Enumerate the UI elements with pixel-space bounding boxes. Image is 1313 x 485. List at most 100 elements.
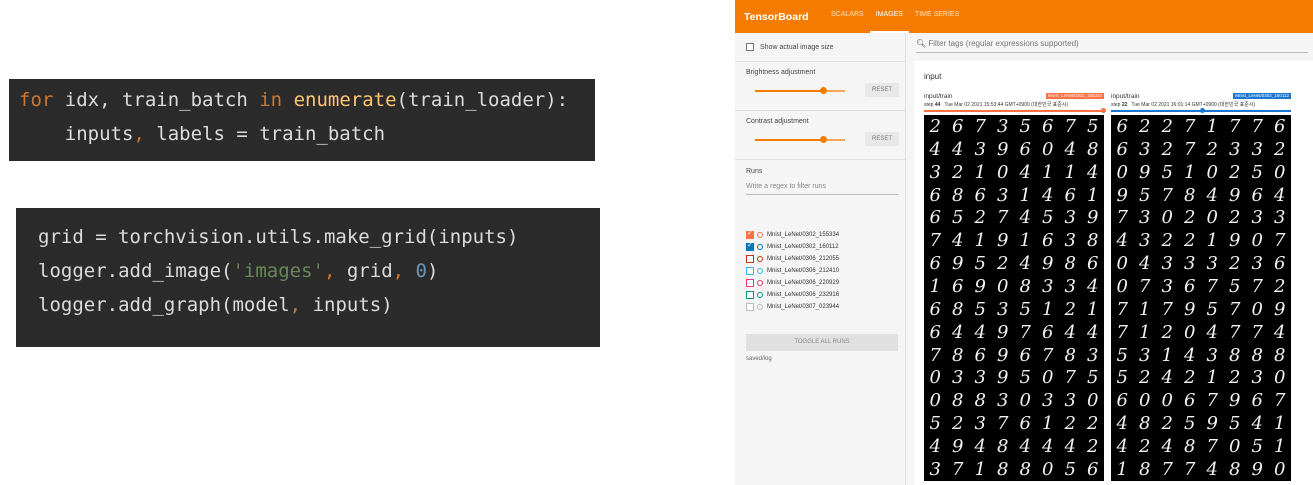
digit-image: 7 (1184, 458, 1196, 480)
runs-heading: Runs (746, 168, 763, 175)
run-checkbox[interactable] (746, 267, 754, 275)
run-checkbox[interactable] (746, 279, 754, 287)
digit-image: 8 (1274, 344, 1286, 366)
digit-image: 8 (1251, 344, 1263, 366)
image-meta: step 44 Tue Mar 02 2021 15:53:44 GMT+090… (924, 101, 1068, 108)
contrast-slider[interactable] (755, 136, 845, 143)
run-item[interactable]: Mnist_LeNet/0306_212410 (746, 266, 839, 276)
image-grid-row: 74191638 (924, 229, 1104, 252)
digit-image: 3 (1206, 344, 1218, 366)
digit-image: 8 (997, 435, 1009, 457)
digit-image: 1 (1161, 344, 1173, 366)
builtin-enumerate: enumerate (293, 89, 397, 111)
digit-image: 5 (952, 207, 964, 229)
digit-image: 2 (1229, 161, 1241, 183)
digit-image: 8 (1139, 458, 1151, 480)
tab-time-series[interactable]: TIME SERIES (909, 0, 965, 33)
digit-image: 4 (1064, 138, 1076, 160)
digit-image: 3 (1161, 253, 1173, 275)
run-item[interactable]: ✓ Mnist_LeNet/0302_155334 (746, 230, 839, 240)
digit-image: 7 (929, 230, 941, 252)
show-actual-size-label: Show actual image size (760, 43, 834, 51)
run-item[interactable]: Mnist_LeNet/0306_232916 (746, 290, 839, 300)
digit-image: 4 (1042, 435, 1054, 457)
step-slider-handle[interactable] (1101, 108, 1106, 113)
run-item[interactable]: Mnist_LeNet/0306_212055 (746, 254, 839, 264)
digit-image: 6 (929, 298, 941, 320)
digit-image: 0 (1139, 390, 1151, 412)
digit-image: 6 (1274, 115, 1286, 137)
digit-image: 9 (952, 253, 964, 275)
run-item[interactable]: Mnist_LeNet/0306_220929 (746, 278, 839, 288)
digit-image: 1 (974, 230, 986, 252)
tag-filter-input[interactable]: 🔍︎ Filter tags (regular expressions supp… (916, 39, 1308, 53)
brightness-slider-handle[interactable] (819, 87, 827, 94)
digit-image: 3 (1139, 138, 1151, 160)
digit-image: 9 (1274, 298, 1286, 320)
code-text: inputs (19, 123, 134, 145)
show-actual-size-row[interactable]: Show actual image size (746, 43, 834, 51)
image-grid: 2673567544396048321041146863146165274539… (924, 115, 1104, 481)
digit-image: 4 (952, 138, 964, 160)
digit-image: 6 (1087, 253, 1099, 275)
contrast-reset-button[interactable]: RESET (865, 132, 899, 146)
digit-image: 5 (1116, 344, 1128, 366)
digit-image: 8 (1064, 253, 1076, 275)
digit-image: 5 (974, 253, 986, 275)
image-grid-row: 18774890 (1111, 458, 1291, 481)
step-slider[interactable] (1111, 108, 1291, 113)
keyword-for: for (19, 89, 54, 111)
run-checkbox[interactable]: ✓ (746, 242, 754, 251)
run-item[interactable]: ✓ Mnist_LeNet/0302_160112 (746, 242, 839, 252)
digit-image: 4 (1116, 413, 1128, 435)
top-bar: TensorBoard SCALARS IMAGES TIME SERIES (735, 0, 1313, 33)
toggle-all-runs-button[interactable]: TOGGLE ALL RUNS (746, 334, 898, 351)
digit-image: 5 (1229, 275, 1241, 297)
run-checkbox[interactable] (746, 255, 754, 263)
image-grid-row: 44396048 (924, 138, 1104, 161)
run-checkbox[interactable]: ✓ (746, 230, 754, 239)
image-grid: 6227177663272332095102509578496473020233… (1111, 115, 1291, 481)
image-grid-row: 32104114 (924, 161, 1104, 184)
image-meta: step 22 Tue Mar 02 2021 16:01:14 GMT+090… (1111, 101, 1255, 108)
code-line: logger.add_image('images', grid, 0) (38, 254, 600, 288)
step-slider-handle[interactable] (1199, 108, 1205, 113)
run-checkbox[interactable] (746, 291, 754, 299)
step-slider[interactable] (924, 108, 1106, 113)
digit-image: 2 (1087, 413, 1099, 435)
contrast-slider-handle[interactable] (819, 136, 827, 143)
digit-image: 2 (1184, 367, 1196, 389)
digit-image: 9 (1042, 253, 1054, 275)
brightness-slider[interactable] (755, 87, 845, 94)
digit-image: 8 (952, 344, 964, 366)
digit-image: 8 (952, 390, 964, 412)
digit-image: 4 (974, 321, 986, 343)
image-grid-row: 62271776 (1111, 115, 1291, 138)
brightness-reset-button[interactable]: RESET (865, 83, 899, 97)
run-label: Mnist_LeNet/0306_212410 (767, 268, 840, 274)
run-checkbox[interactable] (746, 303, 754, 311)
timestamp: Tue Mar 02 2021 15:53:44 GMT+0900 (대한민국 … (940, 102, 1069, 108)
digit-image: 6 (1019, 344, 1031, 366)
digit-image: 0 (1161, 390, 1173, 412)
code-comma: , (323, 260, 336, 282)
runs-filter-input[interactable]: Write a regex to filter runs (746, 183, 898, 195)
image-grid-row: 48259541 (1111, 412, 1291, 435)
digit-image: 1 (1042, 161, 1054, 183)
digit-image: 3 (1251, 207, 1263, 229)
brightness-slider-fill (755, 90, 823, 92)
digit-image: 1 (974, 161, 986, 183)
digit-image: 6 (929, 253, 941, 275)
tab-scalars[interactable]: SCALARS (825, 0, 870, 33)
digit-image: 4 (1206, 458, 1218, 480)
show-actual-size-checkbox[interactable] (746, 43, 754, 51)
digit-image: 2 (1139, 115, 1151, 137)
digit-image: 1 (1042, 298, 1054, 320)
digit-image: 5 (1251, 435, 1263, 457)
digit-image: 4 (952, 230, 964, 252)
run-item[interactable]: Mnist_LeNet/0307_023944 (746, 302, 839, 312)
image-grid-row: 73020233 (1111, 206, 1291, 229)
digit-image: 9 (1229, 184, 1241, 206)
tab-images[interactable]: IMAGES (869, 0, 909, 33)
digit-image: 3 (1274, 207, 1286, 229)
